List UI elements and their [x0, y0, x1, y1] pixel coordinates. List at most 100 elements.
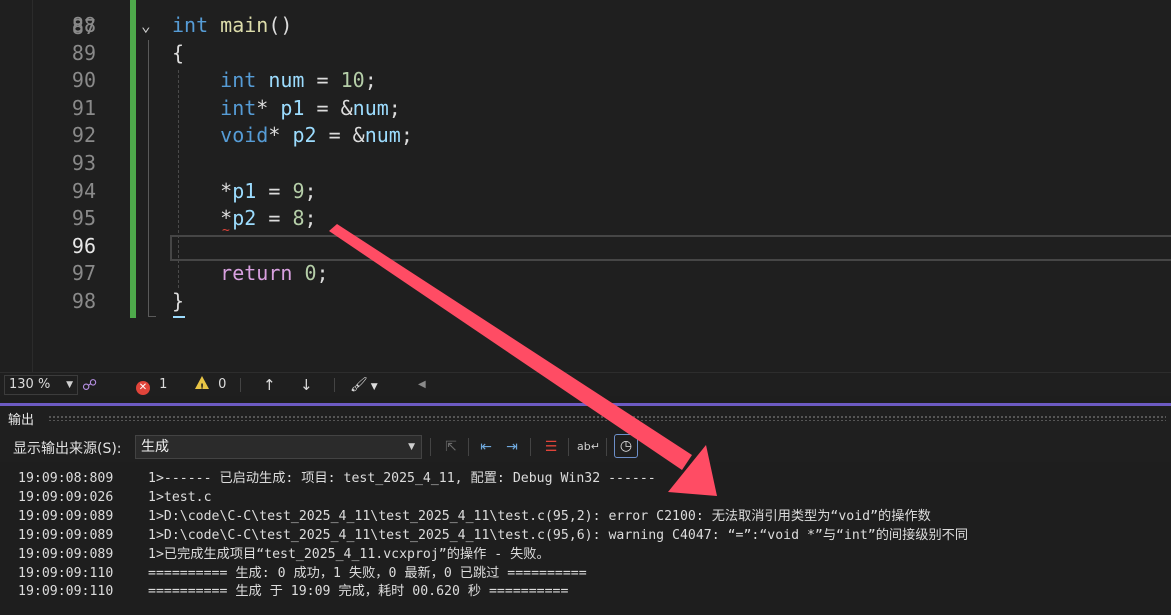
code-line[interactable]: 90 int num = 10; — [0, 67, 1171, 95]
code-token: ; — [364, 68, 377, 93]
warning-count-button[interactable]: ! 0 — [195, 375, 226, 395]
code-line[interactable]: 92 void* p2 = &num; — [0, 122, 1171, 150]
code-line[interactable]: 89 { — [0, 40, 1171, 68]
chevron-down-icon: ▼ — [408, 442, 415, 452]
code-token: int — [220, 68, 257, 93]
brush-icon[interactable]: 🖌 ▼ — [350, 375, 378, 395]
status-separator — [334, 378, 335, 392]
previous-message-icon[interactable]: ⇤ — [475, 436, 497, 458]
code-token: p2 — [232, 206, 257, 231]
code-token: p1 — [280, 95, 305, 120]
fold-guide-end — [148, 316, 156, 317]
code-token: p1 — [232, 178, 257, 203]
error-count-button[interactable]: ✕ 1 — [136, 375, 167, 395]
code-token: num — [352, 95, 389, 120]
code-editor[interactable]: 87 88 ⌄ int main() 89{90 int num = 10; 91 in… — [0, 0, 1171, 372]
code-text: *p1 = 9; — [172, 178, 316, 206]
code-token: ; — [316, 261, 329, 286]
code-line[interactable]: 96 — [0, 233, 1171, 261]
code-token: { — [172, 40, 185, 65]
code-line[interactable]: 95 *p2 = 8; — [0, 205, 1171, 233]
output-toolbar: 显示输出来源(S): 生成 ▼ ⇱ ⇤ ⇥ ☰ ab↵ ◷ — [0, 430, 1171, 462]
line-number: 95 — [71, 206, 96, 231]
arrow-down-icon[interactable]: ↓ — [300, 375, 313, 395]
error-squiggle: ~ — [222, 223, 230, 238]
code-line[interactable]: 91 int* p1 = &num; — [0, 95, 1171, 123]
line-number: 94 — [71, 178, 96, 203]
log-timestamp: 19:09:08:809 — [18, 471, 114, 486]
code-text: { — [172, 40, 184, 68]
code-line[interactable]: 98} — [0, 288, 1171, 316]
word-wrap-icon[interactable]: ab↵ — [577, 436, 600, 458]
line-number: 89 — [71, 40, 96, 65]
log-message: 1>D:\code\C-C\test_2025_4_11\test_2025_4… — [148, 508, 931, 524]
toolbar-separator — [568, 438, 569, 456]
line-number: 88 — [71, 13, 96, 37]
code-line[interactable]: 97 return 0; — [0, 260, 1171, 288]
log-message: ========== 生成: 0 成功，1 失败，0 最新，0 已跳过 ====… — [148, 565, 587, 581]
toolbar-separator — [468, 438, 469, 456]
toolbar-separator — [430, 438, 431, 456]
log-message: 1>D:\code\C-C\test_2025_4_11\test_2025_4… — [148, 527, 969, 543]
code-token: () — [268, 13, 293, 37]
code-token: num — [364, 123, 401, 148]
log-message: 1>已完成生成项目“test_2025_4_11.vcxproj”的操作 - 失… — [148, 546, 550, 562]
code-token: = — [256, 178, 293, 203]
code-token: = & — [304, 95, 353, 120]
panel-drag-grip[interactable] — [48, 415, 1166, 421]
code-text: *p2 = 8; — [172, 205, 316, 233]
log-line: 19:09:09:089 1>D:\code\C-C\test_2025_4_11… — [0, 526, 1171, 545]
clock-icon[interactable]: ◷ — [614, 434, 638, 458]
code-token: p2 — [292, 123, 317, 148]
code-token: ; — [388, 95, 401, 120]
code-token: int — [220, 95, 257, 120]
chevron-down-icon: ▼ — [66, 380, 73, 390]
code-token: 9 — [292, 178, 305, 203]
clear-icon[interactable]: ☰ — [540, 436, 562, 458]
code-token: int — [172, 13, 209, 37]
warning-icon: ! — [195, 376, 209, 393]
code-text: return 0; — [172, 260, 329, 288]
output-source-select[interactable]: 生成 ▼ — [135, 435, 422, 459]
code-token: 10 — [340, 68, 365, 93]
scroll-left-icon[interactable]: ◀ — [418, 375, 426, 395]
output-panel-header[interactable]: 输出 — [0, 406, 1171, 430]
code-token: = — [256, 206, 293, 231]
zoom-dropdown[interactable]: 130 % ▼ — [4, 375, 78, 395]
error-icon: ✕ — [136, 381, 150, 395]
code-text: void* p2 = &num; — [172, 122, 413, 150]
fold-chevron-icon[interactable]: ⌄ — [141, 12, 159, 40]
log-message: 1>test.c — [148, 489, 212, 505]
code-token: = & — [316, 123, 365, 148]
code-token: 8 — [292, 206, 305, 231]
output-panel-title: 输出 — [8, 413, 35, 428]
line-number: 98 — [71, 289, 96, 313]
code-token: ; — [400, 123, 413, 148]
warning-count: 0 — [218, 377, 227, 392]
code-line[interactable]: 94 *p1 = 9; — [0, 178, 1171, 206]
editor-status-bar: 130 % ▼ ☍ ✕ 1 ! 0 ↑ ↓ 🖌 ▼ ◀ — [0, 372, 1171, 396]
brace-match-marker — [173, 316, 185, 318]
code-text: int num = 10; — [172, 67, 377, 95]
log-line: 19:09:08:809 1>------ 已启动生成: 项目: test_202… — [0, 469, 1171, 488]
arrow-up-icon[interactable]: ↑ — [263, 375, 276, 395]
line-number: 93 — [71, 151, 96, 175]
find-message-icon[interactable]: ⇱ — [440, 436, 462, 458]
output-source-label: 显示输出来源(S): — [13, 441, 122, 457]
toolbar-separator — [606, 438, 607, 456]
code-token: return — [220, 261, 293, 286]
toolbar-separator — [530, 438, 531, 456]
line-number: 97 — [71, 261, 96, 286]
log-message: ========== 生成 于 19:09 完成，耗时 00.620 秒 ===… — [148, 584, 569, 600]
code-line[interactable]: 93 — [0, 150, 1171, 178]
next-message-icon[interactable]: ⇥ — [501, 436, 523, 458]
log-line: 19:09:09:110 ========== 生成: 0 成功，1 失败，0 最… — [0, 564, 1171, 583]
output-log[interactable]: 19:09:08:809 1>------ 已启动生成: 项目: test_202… — [0, 462, 1171, 615]
intellisense-icon[interactable]: ☍ — [82, 375, 97, 395]
line-number: 96 — [71, 233, 96, 258]
code-line[interactable]: 88 ⌄ int main() — [0, 12, 1171, 40]
